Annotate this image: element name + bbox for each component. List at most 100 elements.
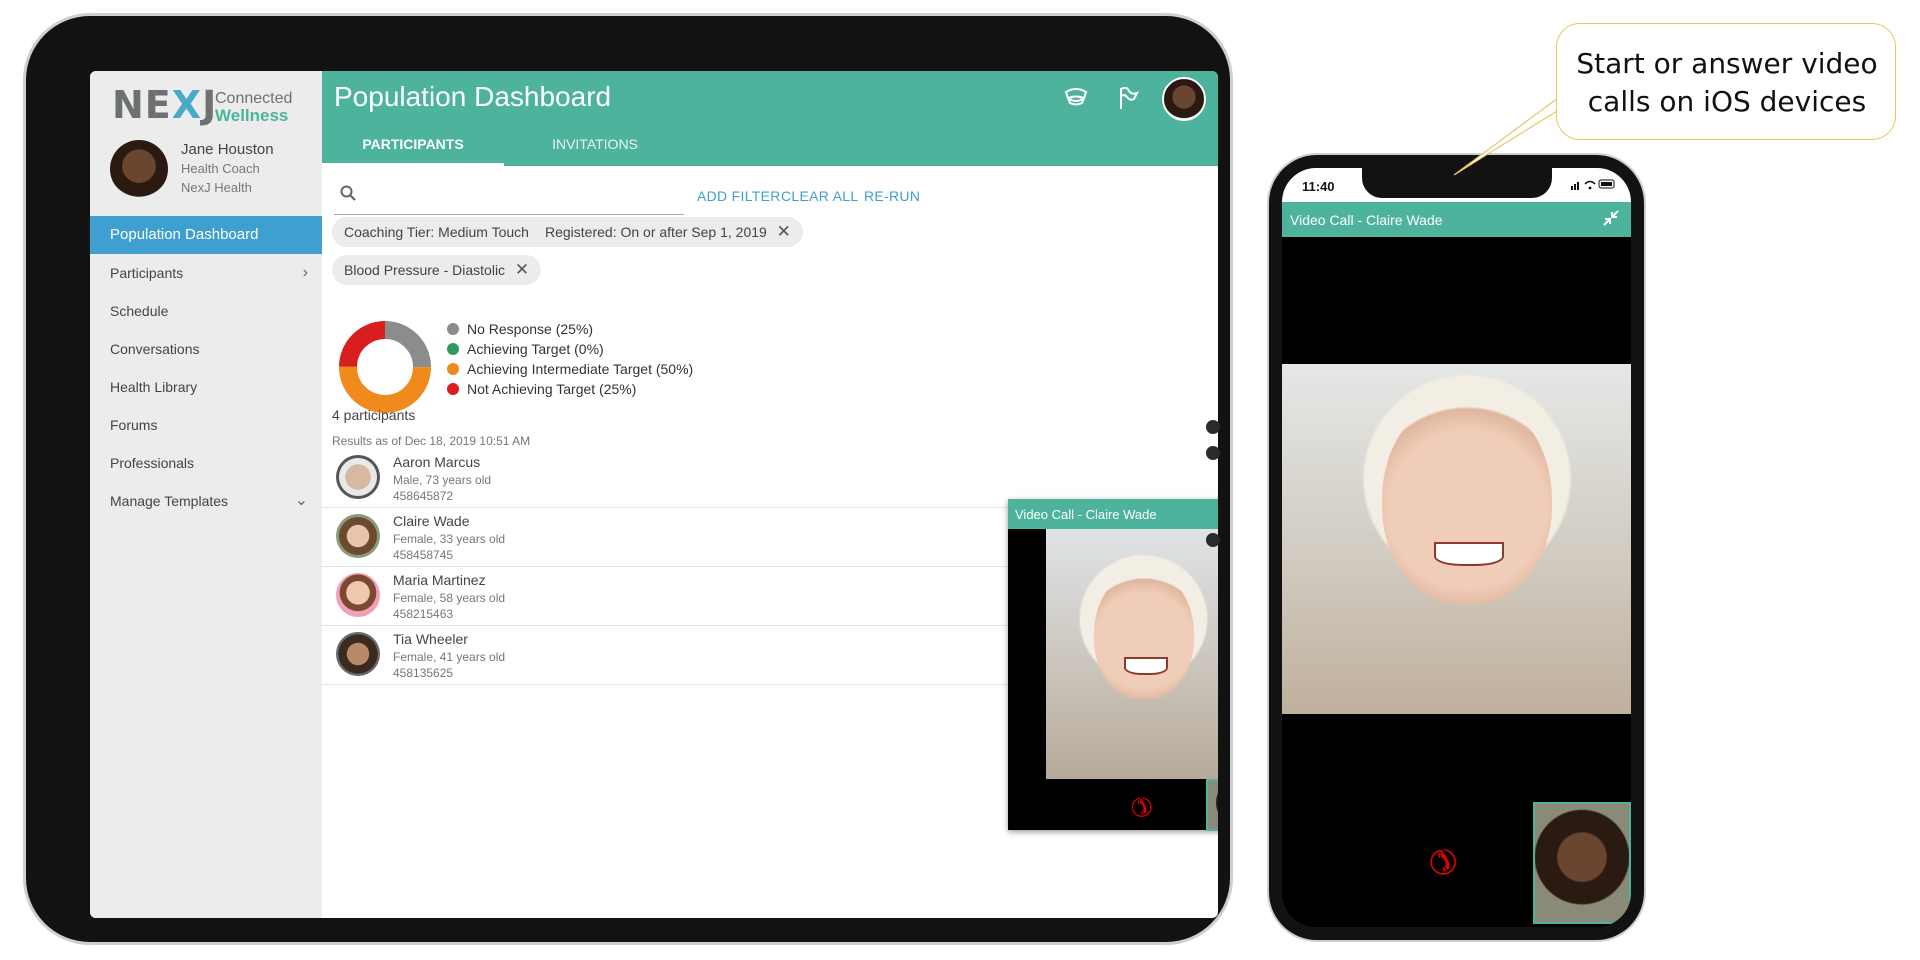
sidebar-item-label: Population Dashboard — [110, 226, 259, 243]
close-icon[interactable]: ✕ — [777, 217, 791, 247]
video-call-title: Video Call - Claire Wade — [1015, 507, 1157, 522]
filter-chip: Blood Pressure - Diastolic ✕ — [332, 255, 542, 285]
filter-chip-label: Registered: On or after Sep 1, 2019 — [545, 224, 767, 240]
results-timestamp: Results as of Dec 18, 2019 10:51 AM — [332, 434, 531, 448]
chat-bubbles-icon[interactable] — [1060, 84, 1092, 116]
phone-remote-video — [1282, 364, 1631, 714]
callout-text: Start or answer video calls on iOS devic… — [1557, 45, 1897, 121]
page-header: Population Dashboard PARTICIPANTS INVITA… — [322, 71, 1218, 166]
search-icon — [340, 185, 356, 206]
page-title: Population Dashboard — [334, 81, 612, 112]
sidebar-item-label: Conversations — [110, 341, 200, 357]
sidebar-item-label: Health Library — [110, 379, 198, 395]
participant-name: Claire Wade — [393, 513, 470, 529]
smile — [1434, 542, 1504, 566]
flag-icon[interactable] — [1112, 84, 1144, 116]
collapse-icon[interactable] — [1601, 208, 1621, 233]
rerun-button[interactable]: RE-RUN — [864, 188, 920, 204]
clear-all-button[interactable]: CLEAR ALL — [781, 188, 858, 204]
nexj-logo: NEXJ Connected Wellness — [112, 83, 312, 127]
close-icon[interactable]: ✕ — [515, 255, 529, 285]
participant-id: 458645872 — [393, 489, 454, 503]
sidebar-item-label: Forums — [110, 417, 158, 433]
tablet-button — [1206, 420, 1220, 434]
main-content: ADD FILTER CLEAR ALL RE-RUN Coaching Tie… — [322, 166, 1218, 918]
sidebar-nav: Population Dashboard Participants › Sched… — [90, 216, 322, 520]
participant-name: Tia Wheeler — [393, 631, 468, 647]
sidebar-item-label: Schedule — [110, 303, 169, 319]
filter-chip: Registered: On or after Sep 1, 2019 ✕ — [533, 217, 803, 247]
remote-video — [1046, 529, 1218, 779]
tablet-button — [1206, 446, 1220, 460]
hang-up-icon[interactable]: ✆ — [1418, 837, 1466, 885]
phone-screen: 11:40 Video Call - Claire Wade ✆ — [1282, 168, 1631, 927]
chart-legend: No Response (25%) Achieving Target (0%) … — [447, 319, 693, 399]
video-call-header: Video Call - Claire Wade — [1008, 499, 1218, 529]
sidebar-item-schedule[interactable]: Schedule — [90, 292, 322, 330]
avatar — [336, 455, 380, 499]
chevron-down-icon: ⌄ — [294, 492, 308, 509]
profile-name: Jane Houston — [181, 141, 274, 158]
participant-demographics: Female, 58 years old — [393, 591, 506, 605]
sidebar-item-forums[interactable]: Forums — [90, 406, 322, 444]
participant-id: 458458745 — [393, 548, 454, 562]
participant-demographics: Female, 41 years old — [393, 650, 506, 664]
legend-item: Achieving Intermediate Target (50%) — [447, 359, 693, 379]
search-input[interactable] — [366, 182, 680, 208]
legend-label: Achieving Intermediate Target (50%) — [467, 361, 694, 377]
chevron-right-icon: › — [302, 264, 308, 281]
smile — [1124, 657, 1168, 675]
legend-label: Achieving Target (0%) — [467, 341, 604, 357]
profile-role: Health Coach — [181, 161, 260, 176]
tablet-button — [1206, 533, 1220, 547]
legend-label: No Response (25%) — [467, 321, 594, 337]
sidebar-item-population-dashboard[interactable]: Population Dashboard — [90, 216, 322, 254]
phone-video-call-title: Video Call - Claire Wade — [1290, 212, 1443, 228]
sidebar-item-label: Participants — [110, 265, 184, 281]
legend-item: No Response (25%) — [447, 319, 693, 339]
sidebar-item-label: Professionals — [110, 455, 195, 471]
phone-device: 11:40 Video Call - Claire Wade ✆ — [1269, 155, 1644, 940]
participant-id: 458135625 — [393, 666, 454, 680]
status-time: 11:40 — [1302, 179, 1335, 194]
sidebar: NEXJ Connected Wellness Jane Houston Hea… — [90, 71, 322, 918]
avatar — [336, 632, 380, 676]
legend-swatch — [447, 363, 459, 375]
self-view-video[interactable] — [1206, 779, 1218, 831]
phone-self-view-video[interactable] — [1533, 802, 1631, 924]
face — [1094, 569, 1194, 699]
face — [1382, 394, 1552, 604]
callout-line1: Start or answer video — [1576, 47, 1878, 80]
legend-label: Not Achieving Target (25%) — [467, 381, 637, 397]
tab-invitations[interactable]: INVITATIONS — [504, 133, 686, 166]
profile-avatar[interactable] — [110, 140, 168, 198]
sidebar-item-conversations[interactable]: Conversations — [90, 330, 322, 368]
filter-chip: Coaching Tier: Medium Touch ✕ — [332, 217, 565, 247]
logo-brand: NEXJ — [112, 83, 218, 127]
signal-wifi-battery-icon — [1571, 178, 1617, 193]
tab-participants[interactable]: PARTICIPANTS — [322, 133, 504, 166]
hang-up-icon[interactable]: ✆ — [1122, 788, 1160, 826]
participant-name: Maria Martinez — [393, 572, 486, 588]
sidebar-item-label: Manage Templates — [110, 493, 229, 509]
legend-swatch — [447, 383, 459, 395]
donut-chart — [339, 321, 431, 413]
tablet-device: NEXJ Connected Wellness Jane Houston Hea… — [26, 16, 1230, 942]
profile-org: NexJ Health — [181, 180, 252, 195]
sidebar-item-health-library[interactable]: Health Library — [90, 368, 322, 406]
add-filter-button[interactable]: ADD FILTER — [697, 188, 781, 204]
sidebar-item-participants[interactable]: Participants › — [90, 254, 322, 292]
participant-id: 458215463 — [393, 607, 454, 621]
search-bar — [334, 176, 684, 215]
avatar — [336, 514, 380, 558]
filter-chip-label: Coaching Tier: Medium Touch — [344, 224, 529, 240]
user-avatar[interactable] — [1162, 77, 1206, 121]
sidebar-item-professionals[interactable]: Professionals — [90, 444, 322, 482]
avatar — [336, 573, 380, 617]
participant-count: 4 participants — [332, 407, 416, 423]
video-call-window: Video Call - Claire Wade ✆ — [1008, 499, 1218, 831]
tablet-screen: NEXJ Connected Wellness Jane Houston Hea… — [90, 71, 1218, 918]
sidebar-item-manage-templates[interactable]: Manage Templates ⌄ — [90, 482, 322, 520]
legend-item: Not Achieving Target (25%) — [447, 379, 693, 399]
legend-swatch — [447, 343, 459, 355]
